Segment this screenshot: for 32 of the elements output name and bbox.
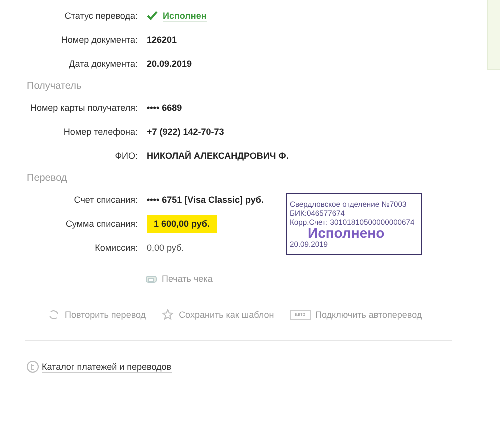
section-title: Перевод bbox=[26, 172, 68, 186]
check-icon bbox=[147, 11, 158, 21]
catalog-icon bbox=[27, 361, 39, 373]
field-label: Номер документа: bbox=[60, 35, 138, 45]
status-value: Исполнен bbox=[163, 10, 207, 22]
field-value: 126201 bbox=[147, 35, 178, 45]
field-label: Дата документа: bbox=[68, 59, 138, 69]
action-link[interactable]: Сохранить как шаблон bbox=[179, 310, 274, 320]
catalog-link[interactable]: Каталог платежей и переводов bbox=[42, 362, 172, 372]
field-label: Сумма списания: bbox=[64, 219, 138, 229]
action-link[interactable]: Повторить перевод bbox=[65, 310, 146, 320]
side-panel bbox=[487, 0, 500, 70]
field-value: 20.09.2019 bbox=[147, 59, 192, 69]
print-link[interactable]: Печать чека bbox=[162, 274, 213, 284]
field-label: ФИО: bbox=[114, 151, 138, 161]
field-label: Комиссия: bbox=[94, 243, 138, 253]
star-icon bbox=[162, 309, 174, 321]
field-label: Номер телефона: bbox=[62, 127, 138, 137]
stamp-status: Исполнено bbox=[308, 227, 385, 240]
action-link[interactable]: Подключить автоперевод bbox=[316, 310, 422, 320]
field-value: НИКОЛАЙ АЛЕКСАНДРОВИЧ Ф. bbox=[147, 151, 289, 161]
field-value: •••• 6751 [Visa Classic] руб. bbox=[147, 195, 264, 205]
field-label: Счет списания: bbox=[73, 195, 138, 205]
field-value: +7 (922) 142-70-73 bbox=[147, 127, 224, 137]
section-title: Получатель bbox=[26, 80, 83, 94]
field-value: 0,00 руб. bbox=[147, 243, 184, 253]
field-label: Номер карты получателя: bbox=[29, 103, 138, 113]
amount-value: 1 600,00 руб. bbox=[147, 215, 217, 233]
printer-icon bbox=[146, 274, 157, 284]
field-value: •••• 6689 bbox=[147, 103, 182, 113]
refresh-icon bbox=[48, 309, 60, 321]
field-label: Статус перевода: bbox=[64, 11, 138, 21]
